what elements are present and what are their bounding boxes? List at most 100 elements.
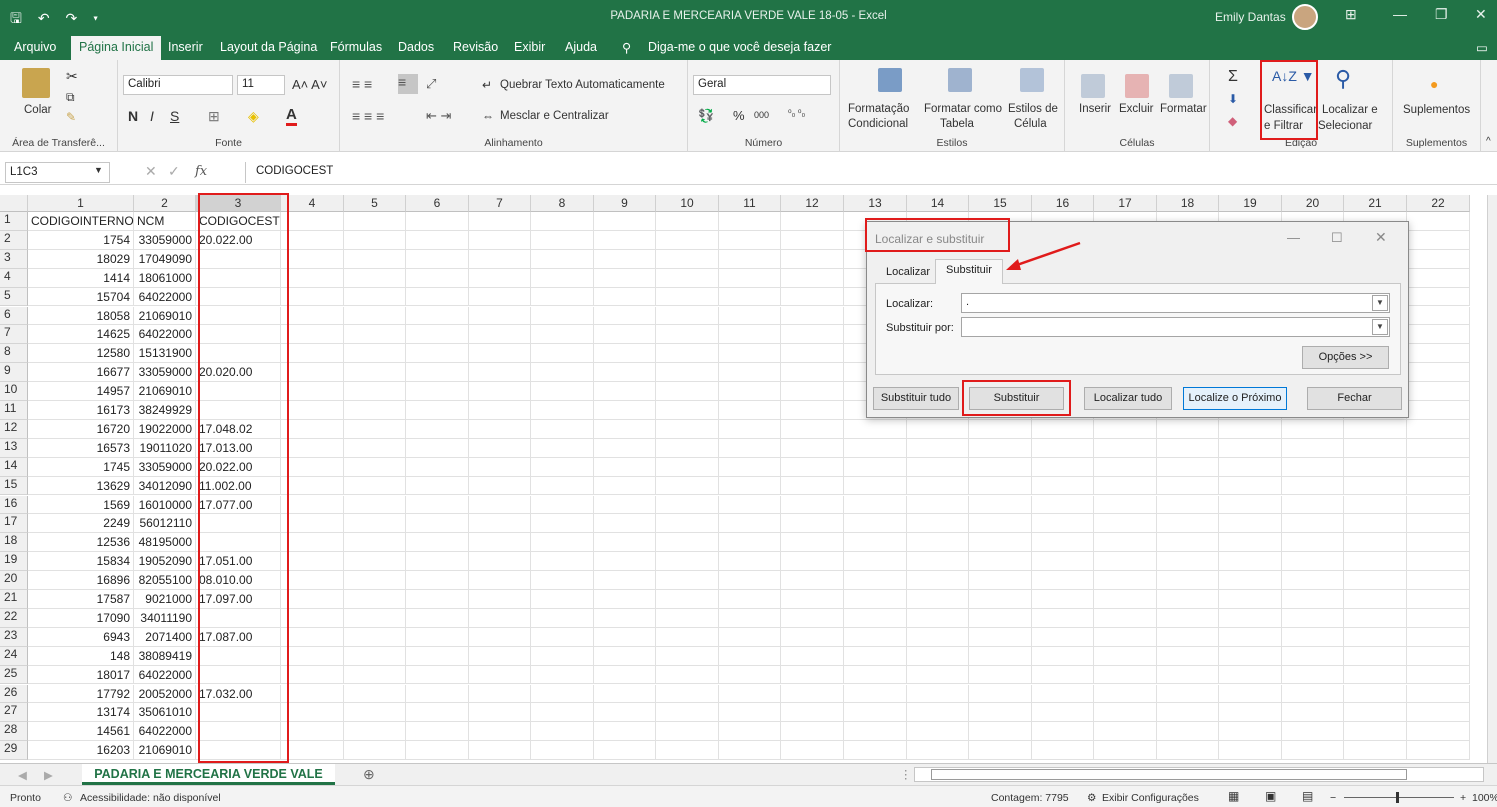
grid-cell[interactable] bbox=[281, 495, 344, 515]
grid-cell[interactable] bbox=[719, 268, 781, 288]
grid-cell[interactable]: 21069010 bbox=[134, 741, 196, 761]
grid-cell[interactable] bbox=[844, 741, 907, 761]
grid-cell[interactable] bbox=[344, 571, 406, 590]
grid-cell[interactable]: 33059000 bbox=[134, 363, 196, 383]
grid-cell[interactable]: 1754 bbox=[28, 230, 134, 250]
grid-cell[interactable] bbox=[1219, 684, 1282, 704]
replace-dropdown-icon[interactable]: ▼ bbox=[1372, 319, 1388, 335]
grid-cell[interactable] bbox=[531, 533, 594, 553]
grid-cell[interactable] bbox=[1157, 457, 1219, 477]
find-input[interactable]: . ▼ bbox=[961, 293, 1390, 313]
next-sheet-icon[interactable]: ▶ bbox=[44, 768, 53, 782]
grid-cell[interactable] bbox=[469, 438, 531, 458]
grid-cell[interactable] bbox=[281, 627, 344, 647]
copy-icon[interactable]: ⧉ bbox=[66, 90, 75, 105]
grid-cell[interactable] bbox=[531, 495, 594, 515]
grid-cell[interactable]: 33059000 bbox=[134, 230, 196, 250]
grid-cell[interactable] bbox=[1282, 646, 1344, 666]
grid-cell[interactable] bbox=[1032, 608, 1094, 628]
grid-cell[interactable] bbox=[281, 363, 344, 383]
grid-cell[interactable] bbox=[281, 646, 344, 666]
grid-cell[interactable] bbox=[469, 287, 531, 307]
grid-cell[interactable]: 18017 bbox=[28, 665, 134, 685]
row-header[interactable]: 29 bbox=[0, 741, 28, 761]
grid-cell[interactable] bbox=[781, 495, 844, 515]
grid-cell[interactable]: 19022000 bbox=[134, 419, 196, 439]
row-header[interactable]: 27 bbox=[0, 703, 28, 723]
zoom-out-icon[interactable]: − bbox=[1330, 792, 1336, 804]
font-name-select[interactable]: Calibri bbox=[123, 75, 233, 95]
grid-cell[interactable] bbox=[281, 401, 344, 420]
grid-cell[interactable] bbox=[344, 438, 406, 458]
grid-cell[interactable] bbox=[1219, 590, 1282, 609]
grid-cell[interactable] bbox=[907, 684, 969, 704]
grid-cell[interactable] bbox=[406, 268, 469, 288]
grid-cell[interactable] bbox=[469, 514, 531, 534]
grid-cell[interactable] bbox=[469, 665, 531, 685]
options-button[interactable]: Opções >> bbox=[1302, 346, 1389, 369]
grid-cell[interactable] bbox=[1344, 590, 1407, 609]
minimize-icon[interactable]: — bbox=[1393, 6, 1407, 22]
grid-cell[interactable] bbox=[469, 419, 531, 439]
conditional-format-button[interactable]: Formatação bbox=[848, 103, 909, 115]
addins-button[interactable]: Suplementos bbox=[1403, 104, 1470, 116]
grid-cell[interactable] bbox=[719, 438, 781, 458]
grid-cell[interactable] bbox=[1407, 590, 1470, 609]
row-header[interactable]: 14 bbox=[0, 457, 28, 477]
grid-cell[interactable] bbox=[1032, 627, 1094, 647]
row-header[interactable]: 18 bbox=[0, 533, 28, 553]
column-header[interactable]: 12 bbox=[781, 195, 844, 212]
grid-cell[interactable] bbox=[344, 344, 406, 364]
grid-cell[interactable] bbox=[781, 684, 844, 704]
grid-cell[interactable] bbox=[1094, 457, 1157, 477]
grid-cell[interactable] bbox=[1157, 514, 1219, 534]
currency-icon[interactable]: 💱 bbox=[698, 108, 714, 124]
grid-cell[interactable] bbox=[1407, 306, 1470, 326]
grid-cell[interactable] bbox=[1282, 627, 1344, 647]
grid-cell[interactable] bbox=[344, 476, 406, 496]
column-header[interactable]: 7 bbox=[469, 195, 531, 212]
grid-cell[interactable] bbox=[656, 230, 719, 250]
grid-cell[interactable] bbox=[656, 741, 719, 761]
grid-cell[interactable] bbox=[344, 249, 406, 269]
grid-cell[interactable] bbox=[344, 382, 406, 401]
grid-cell[interactable]: 64022000 bbox=[134, 287, 196, 307]
grid-cell[interactable] bbox=[1407, 419, 1470, 439]
grid-cell[interactable] bbox=[281, 457, 344, 477]
vertical-scrollbar[interactable] bbox=[1487, 195, 1497, 763]
grid-cell[interactable] bbox=[1157, 533, 1219, 553]
grid-cell[interactable] bbox=[344, 627, 406, 647]
grid-cell[interactable] bbox=[1032, 533, 1094, 553]
grid-cell[interactable]: 13629 bbox=[28, 476, 134, 496]
grid-cell[interactable] bbox=[719, 703, 781, 723]
autosum-icon[interactable]: Σ bbox=[1228, 68, 1238, 86]
grid-cell[interactable] bbox=[531, 438, 594, 458]
grid-cell[interactable] bbox=[1094, 476, 1157, 496]
grid-cell[interactable]: 148 bbox=[28, 646, 134, 666]
row-header[interactable]: 4 bbox=[0, 268, 28, 288]
tab-formulas[interactable]: Fórmulas bbox=[330, 40, 382, 54]
grid-cell[interactable] bbox=[469, 741, 531, 761]
grid-cell[interactable] bbox=[844, 722, 907, 742]
grid-cell[interactable]: 16010000 bbox=[134, 495, 196, 515]
grid-cell[interactable] bbox=[406, 741, 469, 761]
grid-cell[interactable] bbox=[469, 646, 531, 666]
grid-cell[interactable] bbox=[531, 212, 594, 231]
grid-cell[interactable] bbox=[344, 363, 406, 383]
grid-cell[interactable] bbox=[907, 457, 969, 477]
row-header[interactable]: 20 bbox=[0, 571, 28, 590]
grid-cell[interactable] bbox=[719, 741, 781, 761]
row-header[interactable]: 23 bbox=[0, 627, 28, 647]
grid-cell[interactable] bbox=[406, 306, 469, 326]
grid-cell[interactable] bbox=[406, 646, 469, 666]
grid-cell[interactable] bbox=[531, 684, 594, 704]
grid-cell[interactable] bbox=[1094, 608, 1157, 628]
dialog-maximize-icon[interactable]: ☐ bbox=[1331, 230, 1343, 246]
grid-cell[interactable]: 16896 bbox=[28, 571, 134, 590]
horizontal-scrollbar[interactable] bbox=[914, 767, 1484, 782]
format-cells-icon[interactable] bbox=[1169, 74, 1193, 98]
grid-cell[interactable]: 14957 bbox=[28, 382, 134, 401]
grid-cell[interactable] bbox=[719, 627, 781, 647]
row-header[interactable]: 3 bbox=[0, 249, 28, 269]
grid-cell[interactable] bbox=[1407, 212, 1470, 231]
